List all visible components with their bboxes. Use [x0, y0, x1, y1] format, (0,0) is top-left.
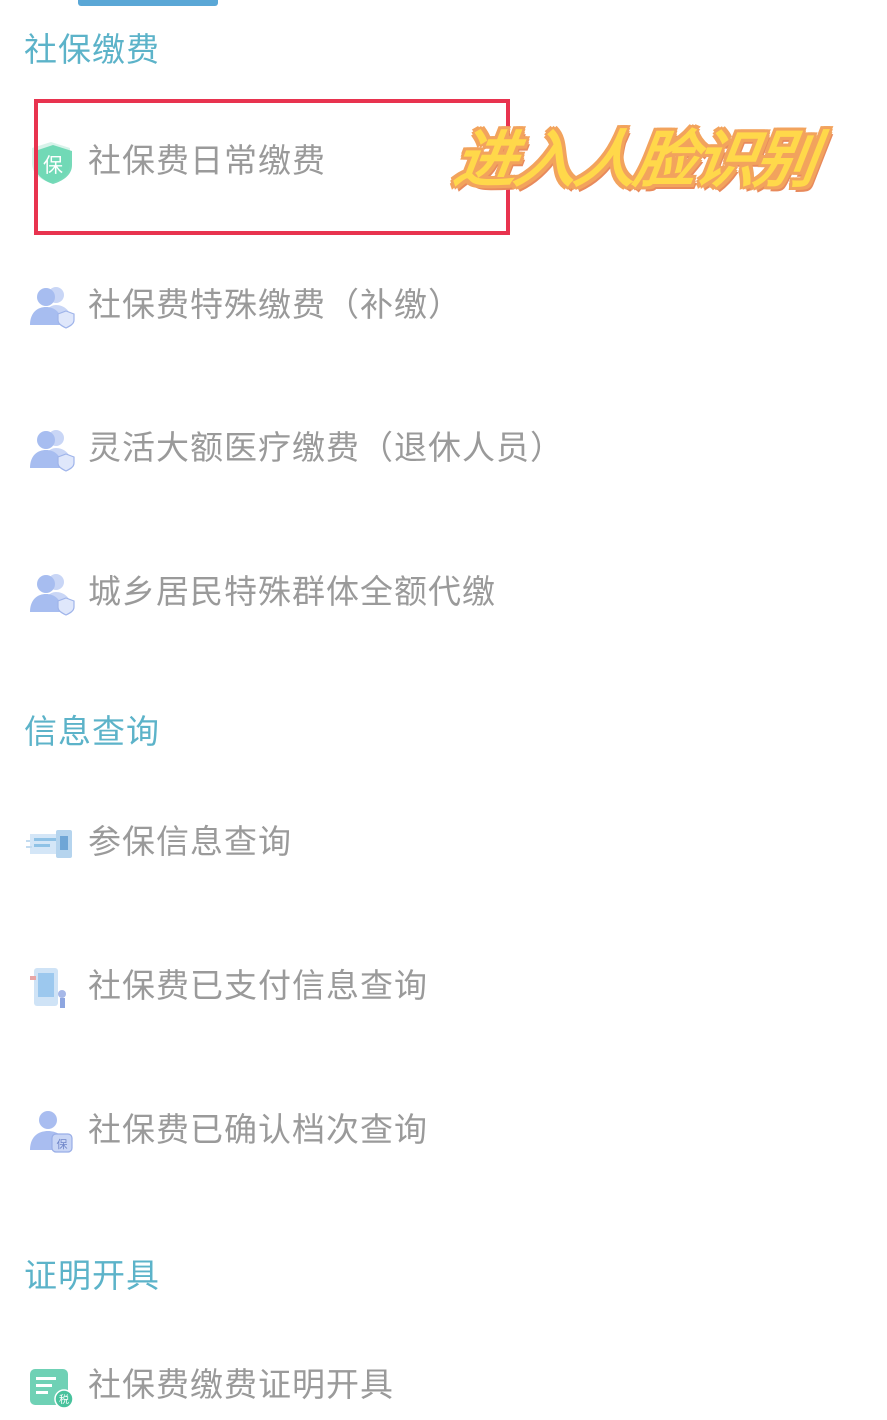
menu-item-insurance-info[interactable]: 参保信息查询 — [0, 807, 887, 877]
tax-certificate-icon: 税 — [26, 1363, 76, 1409]
menu-item-flexible-medical[interactable]: 灵活大额医疗缴费（退休人员） — [0, 413, 887, 483]
people-shield-icon — [26, 570, 76, 616]
section-title-certificate: 证明开具 — [24, 1256, 160, 1295]
phone-payment-icon — [26, 964, 76, 1010]
highlight-frame — [34, 99, 510, 235]
person-badge-icon: 保 — [26, 1108, 76, 1154]
active-tab-indicator — [78, 0, 218, 6]
menu-item-payment-certificate[interactable]: 税 社保费缴费证明开具 — [0, 1350, 887, 1420]
menu-item-label: 社保费已确认档次查询 — [88, 1110, 428, 1149]
menu-item-special-payment[interactable]: 社保费特殊缴费（补缴） — [0, 270, 887, 340]
annotation-face-recognition: 进入人脸识别 — [449, 123, 821, 196]
badge-glyph: 保 — [57, 1137, 68, 1151]
menu-item-label: 社保费缴费证明开具 — [88, 1365, 394, 1404]
people-shield-icon — [26, 283, 76, 329]
section-title-query: 信息查询 — [24, 712, 160, 751]
menu-item-label: 社保费已支付信息查询 — [88, 966, 428, 1005]
menu-item-confirmed-grade[interactable]: 保 社保费已确认档次查询 — [0, 1095, 887, 1165]
people-shield-icon — [26, 426, 76, 472]
menu-item-label: 社保费特殊缴费（补缴） — [88, 285, 462, 324]
tax-glyph: 税 — [59, 1393, 69, 1406]
document-scan-icon — [26, 820, 76, 866]
menu-item-label: 城乡居民特殊群体全额代缴 — [88, 572, 496, 611]
menu-item-special-group[interactable]: 城乡居民特殊群体全额代缴 — [0, 557, 887, 627]
menu-item-label: 参保信息查询 — [88, 822, 292, 861]
section-title-payment: 社保缴费 — [24, 30, 160, 69]
menu-item-label: 灵活大额医疗缴费（退休人员） — [88, 428, 564, 467]
menu-item-paid-info[interactable]: 社保费已支付信息查询 — [0, 951, 887, 1021]
